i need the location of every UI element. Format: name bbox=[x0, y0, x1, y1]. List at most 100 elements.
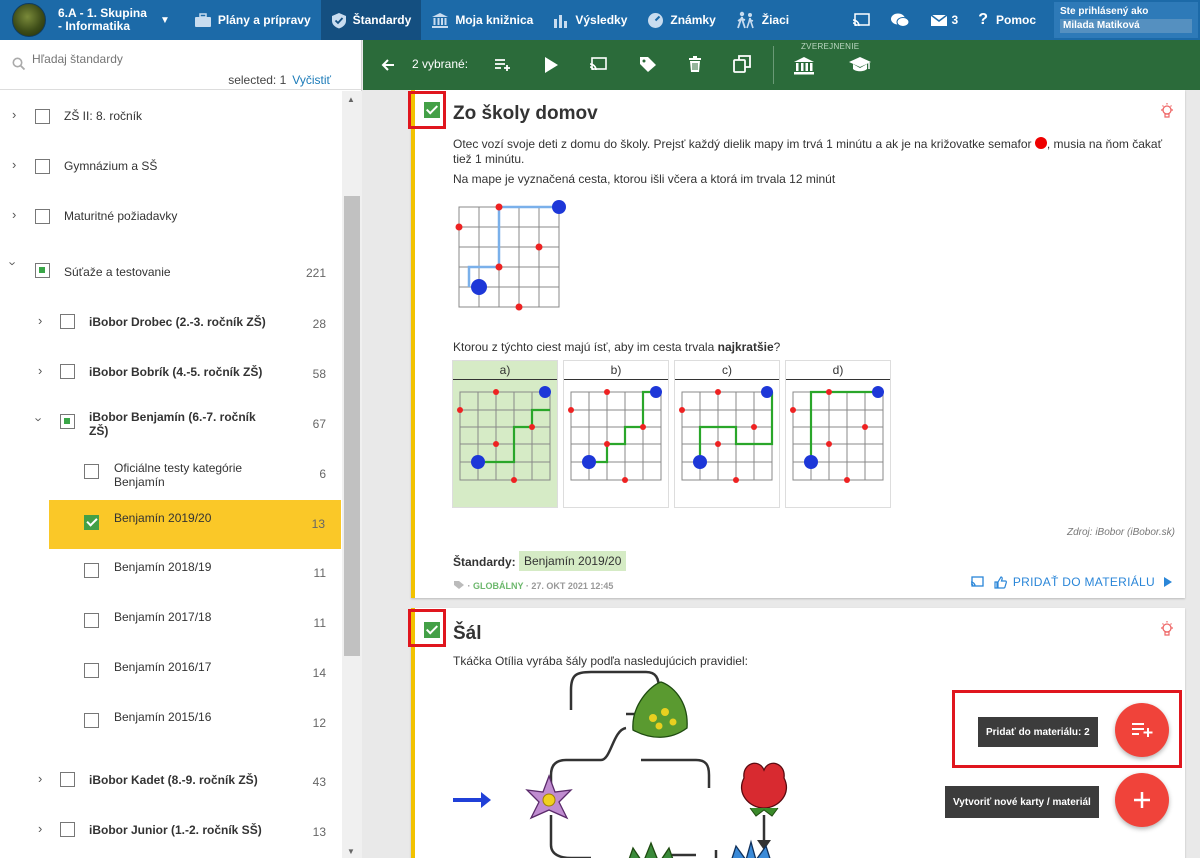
checkbox[interactable] bbox=[60, 772, 75, 787]
scrollbar-thumb[interactable] bbox=[344, 196, 360, 656]
scroll-down-arrow-icon[interactable]: ▼ bbox=[347, 847, 355, 856]
tree-item[interactable]: › iBobor Junior (1.-2. ročník SŠ) 13 bbox=[0, 799, 342, 849]
trash-icon[interactable] bbox=[688, 56, 702, 73]
graduation-cap-icon[interactable] bbox=[848, 56, 872, 74]
add-to-list-icon[interactable] bbox=[494, 58, 512, 72]
answer-option-b[interactable]: b) bbox=[563, 360, 669, 508]
checkbox[interactable] bbox=[35, 209, 50, 224]
chevron-down-icon[interactable]: › bbox=[6, 261, 21, 265]
thumbs-up-icon[interactable] bbox=[994, 575, 1007, 589]
checkbox-partial[interactable] bbox=[60, 414, 75, 429]
tree-item[interactable]: › iBobor Drobec (2.-3. ročník ZŠ) 28 bbox=[0, 291, 342, 341]
card-checkbox-checked[interactable] bbox=[424, 102, 440, 118]
tree-item[interactable]: Oficiálne testy kategórie Benjamín 6 bbox=[0, 451, 342, 501]
nav-results[interactable]: Výsledky bbox=[543, 0, 637, 40]
chevron-right-icon[interactable]: › bbox=[38, 363, 42, 378]
create-card-tooltip-text: Vytvoriť nové karty / materiál bbox=[953, 796, 1091, 808]
play-icon[interactable] bbox=[543, 56, 559, 74]
tag-icon[interactable] bbox=[639, 56, 657, 73]
nav-standards[interactable]: Štandardy bbox=[320, 0, 422, 40]
user-menu[interactable]: Ste prihlásený ako Milada Matiková bbox=[1054, 2, 1198, 38]
library-icon[interactable] bbox=[793, 56, 815, 75]
nav-plans[interactable]: Plány a prípravy bbox=[184, 0, 321, 40]
checkbox[interactable] bbox=[84, 613, 99, 628]
standard-tag[interactable]: Benjamín 2019/20 bbox=[519, 551, 627, 571]
bar-chart-icon bbox=[554, 14, 568, 28]
tree-item-label: iBobor Drobec (2.-3. ročník ZŠ) bbox=[89, 315, 266, 329]
play-icon[interactable] bbox=[1163, 576, 1173, 588]
standards-tree: › ZŠ II: 8. ročník › Gymnázium a SŠ › Ma… bbox=[0, 91, 342, 858]
tree-item[interactable]: › Maturitné požiadavky bbox=[0, 191, 342, 241]
tree-item[interactable]: › iBobor Benjamín (6.-7. ročník ZŠ) 67 bbox=[0, 391, 342, 451]
lightbulb-icon[interactable] bbox=[1159, 102, 1175, 120]
checkbox-checked[interactable] bbox=[84, 515, 99, 530]
checkbox[interactable] bbox=[60, 364, 75, 379]
answer-option-d[interactable]: d) bbox=[785, 360, 891, 508]
add-to-material-link[interactable]: PRIDAŤ DO MATERIÁLU bbox=[1013, 575, 1155, 589]
tree-item[interactable]: › iBobor Kadet (8.-9. ročník ZŠ) 43 bbox=[0, 749, 342, 799]
tree-item[interactable]: Benjamín 2017/18 11 bbox=[0, 599, 342, 649]
selection-info: selected: 1 Vyčistiť bbox=[228, 73, 331, 87]
chevron-right-icon[interactable]: › bbox=[12, 157, 16, 172]
back-arrow-icon[interactable] bbox=[381, 58, 395, 72]
card-checkbox-checked[interactable] bbox=[424, 622, 440, 638]
class-logo[interactable] bbox=[12, 3, 46, 37]
lightbulb-icon[interactable] bbox=[1159, 620, 1175, 638]
nav-plans-label: Plány a prípravy bbox=[217, 13, 311, 27]
checkbox[interactable] bbox=[84, 713, 99, 728]
tree-item[interactable]: › Gymnázium a SŠ bbox=[0, 141, 342, 191]
chevron-right-icon[interactable]: › bbox=[12, 107, 16, 122]
tree-item[interactable]: Benjamín 2018/19 11 bbox=[0, 549, 342, 599]
tree-item-count: 43 bbox=[312, 775, 326, 789]
checkbox[interactable] bbox=[60, 314, 75, 329]
tree-item-label: Oficiálne testy kategórie Benjamín bbox=[114, 461, 243, 489]
answer-option-c[interactable]: c) bbox=[674, 360, 780, 508]
chat-button[interactable] bbox=[880, 0, 920, 40]
messages-button[interactable]: 3 bbox=[920, 0, 969, 40]
chevron-right-icon[interactable]: › bbox=[38, 313, 42, 328]
tree-item-selected[interactable]: Benjamín 2019/20 13 bbox=[49, 500, 341, 549]
tree-item[interactable]: › ZŠ II: 8. ročník bbox=[0, 91, 342, 141]
sidebar-scrollbar[interactable]: ▲ ▼ bbox=[342, 91, 362, 858]
clear-selection-link[interactable]: Vyčistiť bbox=[292, 73, 331, 87]
tree-item[interactable]: › iBobor Bobrík (4.-5. ročník ZŠ) 58 bbox=[0, 341, 342, 391]
top-navigation-bar: 6.A - 1. Skupina - Informatika ▼ Plány a… bbox=[0, 0, 1200, 40]
create-card-fab[interactable] bbox=[1115, 773, 1169, 827]
nav-grades-label: Známky bbox=[670, 13, 716, 27]
cast-button[interactable] bbox=[842, 0, 880, 40]
chevron-right-icon[interactable]: › bbox=[38, 771, 42, 786]
checkbox[interactable] bbox=[84, 464, 99, 479]
help-button[interactable]: ? Pomoc bbox=[968, 0, 1046, 40]
route-option-image bbox=[679, 386, 774, 483]
standard-card[interactable]: Zo školy domov Otec vozí svoje deti z do… bbox=[411, 90, 1185, 598]
selected-count-label: 2 vybrané: bbox=[412, 57, 469, 71]
checkbox[interactable] bbox=[84, 663, 99, 678]
checkbox-partial[interactable] bbox=[35, 263, 50, 278]
nav-library[interactable]: Moja knižnica bbox=[421, 0, 543, 40]
tree-item[interactable]: Benjamín 2015/16 12 bbox=[0, 699, 342, 749]
search-input[interactable] bbox=[32, 52, 232, 66]
add-to-material-fab[interactable] bbox=[1115, 703, 1169, 757]
nav-students[interactable]: Žiaci bbox=[726, 0, 799, 40]
copy-icon[interactable] bbox=[733, 55, 751, 73]
tree-item-count: 14 bbox=[312, 666, 326, 680]
scroll-up-arrow-icon[interactable]: ▲ bbox=[347, 95, 355, 104]
checkbox[interactable] bbox=[84, 563, 99, 578]
chevron-right-icon[interactable]: › bbox=[38, 821, 42, 836]
checkbox[interactable] bbox=[35, 109, 50, 124]
tree-item-label: Gymnázium a SŠ bbox=[64, 159, 158, 173]
checkbox[interactable] bbox=[35, 159, 50, 174]
cast-icon[interactable] bbox=[589, 57, 607, 72]
chevron-right-icon[interactable]: › bbox=[12, 207, 16, 222]
tree-item[interactable]: › Súťaže a testovanie 221 bbox=[0, 241, 342, 291]
chevron-down-icon[interactable]: › bbox=[32, 417, 47, 421]
cast-icon[interactable] bbox=[970, 576, 984, 588]
route-option-image bbox=[790, 386, 884, 483]
class-selector[interactable]: 6.A - 1. Skupina - Informatika bbox=[58, 7, 158, 33]
tree-item-label: Benjamín 2018/19 bbox=[114, 560, 212, 574]
checkbox[interactable] bbox=[60, 822, 75, 837]
nav-grades[interactable]: Známky bbox=[637, 0, 725, 40]
answer-option-a[interactable]: a) bbox=[452, 360, 558, 508]
chevron-down-icon[interactable]: ▼ bbox=[160, 15, 170, 26]
tree-item[interactable]: Benjamín 2016/17 14 bbox=[0, 649, 342, 699]
